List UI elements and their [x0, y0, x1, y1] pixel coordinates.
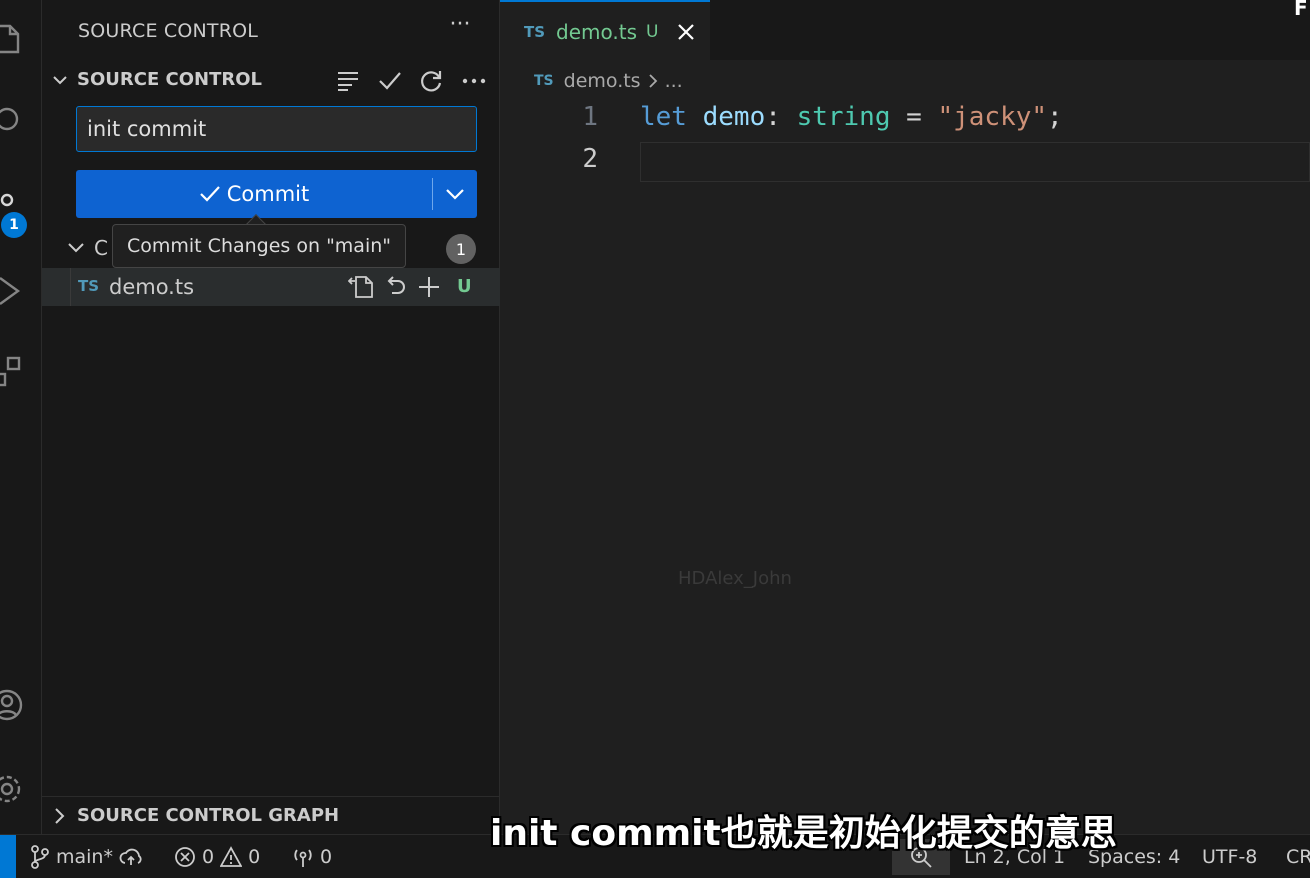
string-literal: "jacky": [937, 102, 1048, 132]
chevron-down-icon: [446, 189, 464, 200]
refresh-icon[interactable]: [414, 64, 450, 98]
changed-file-row[interactable]: TS demo.ts U: [42, 268, 500, 306]
line-number: 2: [582, 144, 598, 174]
extensions-icon[interactable]: [0, 356, 24, 390]
graph-label: SOURCE CONTROL GRAPH: [77, 805, 340, 826]
remote-indicator[interactable]: [0, 835, 16, 878]
open-file-icon[interactable]: [346, 272, 376, 302]
editor-area: TS demo.ts U F TS demo.ts ... 1 2 let de…: [500, 0, 1310, 834]
commit-button-group: Commit: [76, 170, 477, 218]
commit-button[interactable]: Commit: [76, 170, 432, 218]
commit-tooltip: Commit Changes on "main": [112, 224, 407, 268]
tab-demo-ts[interactable]: TS demo.ts U: [500, 0, 710, 60]
stage-changes-icon[interactable]: [414, 272, 444, 302]
current-line-highlight: [640, 142, 1310, 182]
discard-changes-icon[interactable]: [380, 272, 410, 302]
file-status-untracked: U: [457, 276, 472, 297]
chevron-right-icon: [648, 74, 657, 88]
ports-count: 0: [320, 846, 333, 868]
punctuation: :: [765, 102, 781, 132]
chevron-right-icon: [55, 808, 65, 824]
explorer-icon[interactable]: [0, 22, 24, 56]
search-icon[interactable]: [0, 102, 24, 136]
run-debug-icon[interactable]: [0, 274, 24, 308]
watermark: HDAlex_John: [678, 568, 792, 589]
typescript-file-icon: TS: [78, 277, 100, 295]
error-icon: [175, 847, 195, 867]
activity-bar: 1: [0, 0, 42, 834]
branch-status[interactable]: main*: [30, 843, 143, 871]
sidebar-title: SOURCE CONTROL: [78, 20, 259, 42]
chevron-down-icon: [68, 243, 84, 253]
source-control-section-header[interactable]: SOURCE CONTROL: [42, 62, 500, 100]
operator: =: [906, 102, 922, 132]
commit-check-icon[interactable]: [372, 64, 408, 98]
changes-label: C: [94, 236, 108, 260]
warning-icon: [220, 846, 243, 867]
problems-status[interactable]: 0 0: [174, 843, 260, 871]
settings-gear-icon[interactable]: [0, 772, 24, 806]
account-icon[interactable]: [0, 688, 24, 722]
encoding-status[interactable]: UTF-8: [1202, 843, 1257, 871]
vscode-window: 1 SOURCE CONTROL ··· SOURCE CONTROL init…: [0, 0, 1310, 878]
ports-status[interactable]: 0: [292, 843, 332, 871]
eol-status[interactable]: CR: [1286, 843, 1310, 871]
source-control-sidebar: SOURCE CONTROL ··· SOURCE CONTROL init c…: [42, 0, 500, 834]
more-actions-icon[interactable]: [456, 64, 492, 98]
close-icon[interactable]: [672, 18, 700, 46]
type-annotation: string: [796, 102, 891, 132]
breadcrumb-more[interactable]: ...: [665, 70, 683, 92]
publish-cloud-icon: [119, 848, 142, 865]
breadcrumb: TS demo.ts ...: [534, 66, 683, 96]
changes-count-badge: 1: [446, 234, 476, 264]
check-icon: [199, 186, 220, 202]
typescript-file-icon: TS: [534, 73, 554, 89]
chevron-down-icon: [53, 76, 67, 85]
line-number: 1: [582, 102, 598, 132]
corner-mark: F: [1294, 0, 1308, 20]
more-actions-icon[interactable]: ···: [446, 12, 474, 46]
commit-button-label: Commit: [226, 182, 310, 206]
section-label: SOURCE CONTROL: [77, 69, 263, 90]
broadcast-icon: [294, 849, 312, 867]
breadcrumb-file[interactable]: demo.ts: [564, 70, 641, 92]
source-control-badge: 1: [1, 212, 27, 238]
variable: demo: [702, 102, 766, 132]
video-subtitle: init commit也就是初始化提交的意思: [490, 813, 1117, 854]
punctuation: ;: [1047, 102, 1063, 132]
source-control-graph-header[interactable]: SOURCE CONTROL GRAPH: [42, 796, 500, 834]
tree-indent-guide: [70, 268, 71, 306]
warning-count: 0: [248, 846, 261, 868]
branch-name: main*: [56, 846, 113, 868]
typescript-file-icon: TS: [524, 23, 546, 41]
git-branch-icon: [31, 845, 49, 869]
code-line[interactable]: let demo: string = "jacky";: [640, 102, 1063, 132]
commit-message-input[interactable]: [76, 106, 477, 152]
file-name: demo.ts: [109, 275, 195, 299]
error-count: 0: [202, 846, 215, 868]
tab-label: demo.ts: [556, 20, 637, 44]
tab-status-untracked: U: [646, 22, 659, 42]
keyword: let: [640, 102, 687, 132]
tab-bar: TS demo.ts U F: [500, 0, 1310, 60]
view-as-tree-icon[interactable]: [330, 64, 366, 98]
commit-dropdown-button[interactable]: [433, 170, 477, 218]
